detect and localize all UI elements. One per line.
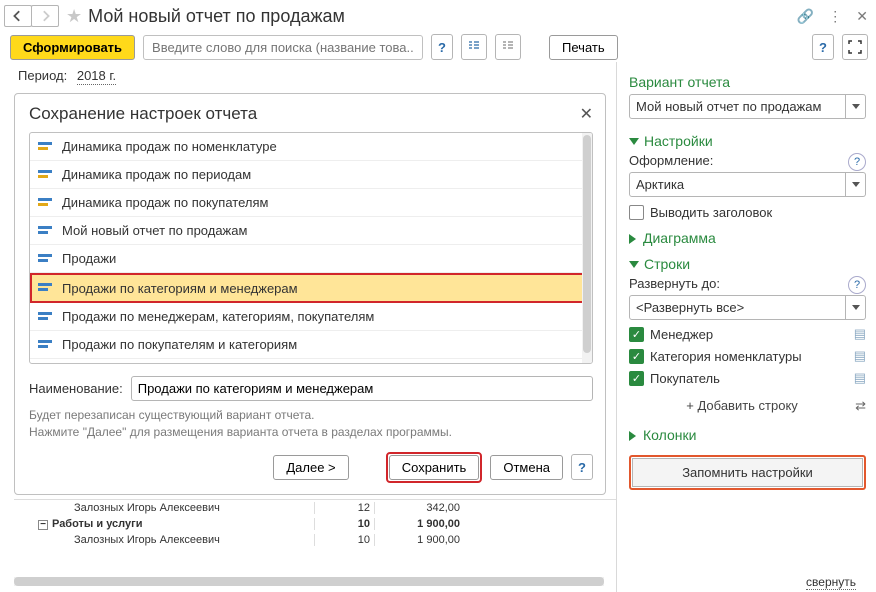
- category-checkbox[interactable]: ✓: [629, 349, 644, 364]
- report-variant-icon: [38, 340, 52, 350]
- variant-list-item[interactable]: Динамика продаж по номенклатуре: [30, 133, 592, 161]
- variant-list-item[interactable]: Мой новый отчет по продажам: [30, 217, 592, 245]
- show-title-checkbox[interactable]: [629, 205, 644, 220]
- variant-select[interactable]: Мой новый отчет по продажам: [629, 94, 846, 119]
- table-row: Залозных Игорь Алексеевич12342,00: [14, 500, 616, 516]
- variant-list-label: Динамика продаж по покупателям: [62, 195, 268, 210]
- report-variant-icon: [38, 254, 52, 264]
- search-input[interactable]: [143, 35, 423, 60]
- settings-panel: Вариант отчета Мой новый отчет по продаж…: [616, 62, 876, 592]
- variant-section-title: Вариант отчета: [629, 74, 866, 90]
- save-settings-dialog: Сохранение настроек отчета ✕ Динамика пр…: [14, 93, 606, 495]
- variants-list: Динамика продаж по номенклатуре Динамика …: [29, 132, 593, 364]
- add-row-button[interactable]: + Добавить строку: [686, 398, 798, 413]
- report-variant-icon: [38, 170, 52, 180]
- hint-line-2: Нажмите "Далее" для размещения варианта …: [29, 424, 593, 441]
- manager-struct-icon[interactable]: ▤: [854, 326, 866, 342]
- nav-forward-button[interactable]: [31, 5, 59, 27]
- category-struct-icon[interactable]: ▤: [854, 348, 866, 364]
- report-variant-icon: [38, 142, 52, 152]
- collapse-panel-link[interactable]: свернуть: [806, 575, 856, 590]
- variant-list-item[interactable]: Продажи: [30, 245, 592, 273]
- table-row: Залозных Игорь Алексеевич101 900,00: [14, 532, 616, 548]
- expand-label: Развернуть до:: [629, 276, 720, 291]
- diagram-section-title[interactable]: Диаграмма: [629, 230, 866, 246]
- fullscreen-button[interactable]: [842, 34, 868, 60]
- name-field-label: Наименование:: [29, 381, 123, 396]
- period-label: Период:: [18, 68, 67, 83]
- variant-list-item[interactable]: Продажи по категориям и менеджерам: [30, 273, 592, 303]
- design-label: Оформление:: [629, 153, 713, 168]
- table-row: −Работы и услуги101 900,00: [14, 516, 616, 532]
- report-table-fragment: Залозных Игорь Алексеевич12342,00−Работы…: [14, 499, 616, 548]
- save-button[interactable]: Сохранить: [389, 455, 480, 480]
- shuffle-icon[interactable]: ⇄: [855, 398, 866, 414]
- dialog-title: Сохранение настроек отчета: [29, 104, 593, 124]
- print-button[interactable]: Печать: [549, 35, 618, 60]
- variant-list-label: Продажи по категориям и менеджерам: [62, 281, 298, 296]
- variant-list-label: Динамика продаж по номенклатуре: [62, 139, 277, 154]
- help-button[interactable]: ?: [812, 34, 834, 60]
- variant-dropdown-icon[interactable]: [846, 94, 866, 119]
- settings-help-icon[interactable]: ?: [848, 153, 866, 171]
- period-row: Период: 2018 г.: [14, 62, 616, 93]
- variant-list-label: Динамика продаж по периодам: [62, 167, 251, 182]
- variant-list-item[interactable]: Продажи по менеджерам, категориям, покуп…: [30, 303, 592, 331]
- expand-dropdown-icon[interactable]: [846, 295, 866, 320]
- list-scrollbar[interactable]: [582, 133, 592, 363]
- hint-line-1: Будет перезаписан существующий вариант о…: [29, 407, 593, 424]
- report-variant-icon: [38, 198, 52, 208]
- nav-back-button[interactable]: [4, 5, 32, 27]
- next-button[interactable]: Далее >: [273, 455, 348, 480]
- link-icon[interactable]: 🔗: [797, 8, 814, 25]
- cancel-button[interactable]: Отмена: [490, 455, 563, 480]
- rows-section-title[interactable]: Строки: [629, 256, 866, 272]
- kebab-menu-icon[interactable]: ⋮: [828, 8, 842, 25]
- columns-section-title[interactable]: Колонки: [629, 427, 866, 443]
- variant-list-item[interactable]: Продажи по покупателям и категориям: [30, 331, 592, 359]
- name-input[interactable]: [131, 376, 593, 401]
- period-value[interactable]: 2018 г.: [77, 68, 116, 85]
- expand-select[interactable]: <Развернуть все>: [629, 295, 846, 320]
- show-title-label: Выводить заголовок: [650, 205, 772, 220]
- report-variant-icon: [38, 226, 52, 236]
- variant-list-label: Продажи: [62, 251, 116, 266]
- manager-checkbox[interactable]: ✓: [629, 327, 644, 342]
- dialog-close-icon[interactable]: ✕: [580, 104, 593, 124]
- variant-list-item[interactable]: Динамика продаж по покупателям: [30, 189, 592, 217]
- run-button[interactable]: Сформировать: [10, 35, 135, 60]
- variant-list-item[interactable]: Динамика продаж по периодам: [30, 161, 592, 189]
- report-variant-icon: [38, 312, 52, 322]
- close-icon[interactable]: ✕: [856, 8, 868, 25]
- tree-collapse-icon[interactable]: −: [38, 520, 48, 530]
- page-title: Мой новый отчет по продажам: [88, 6, 797, 27]
- design-select[interactable]: Арктика: [629, 172, 846, 197]
- buyer-checkbox[interactable]: ✓: [629, 371, 644, 386]
- collapse-groups-button[interactable]: [495, 34, 521, 60]
- remember-settings-button[interactable]: Запомнить настройки: [632, 458, 863, 487]
- variant-list-label: Мой новый отчет по продажам: [62, 223, 247, 238]
- rows-help-icon[interactable]: ?: [848, 276, 866, 294]
- variant-list-label: Продажи по покупателям и категориям: [62, 337, 297, 352]
- expand-groups-button[interactable]: [461, 34, 487, 60]
- favorite-star-icon[interactable]: ★: [66, 6, 82, 27]
- variant-list-label: Продажи по менеджерам, категориям, покуп…: [62, 309, 374, 324]
- bottom-scrollbar[interactable]: [14, 577, 604, 586]
- report-variant-icon: [38, 283, 52, 293]
- settings-section-title[interactable]: Настройки: [629, 133, 866, 149]
- buyer-struct-icon[interactable]: ▤: [854, 370, 866, 386]
- design-dropdown-icon[interactable]: [846, 172, 866, 197]
- help-search-button[interactable]: ?: [431, 34, 453, 60]
- buyer-label: Покупатель: [650, 371, 720, 386]
- manager-label: Менеджер: [650, 327, 713, 342]
- category-label: Категория номенклатуры: [650, 349, 802, 364]
- dialog-help-button[interactable]: ?: [571, 454, 593, 480]
